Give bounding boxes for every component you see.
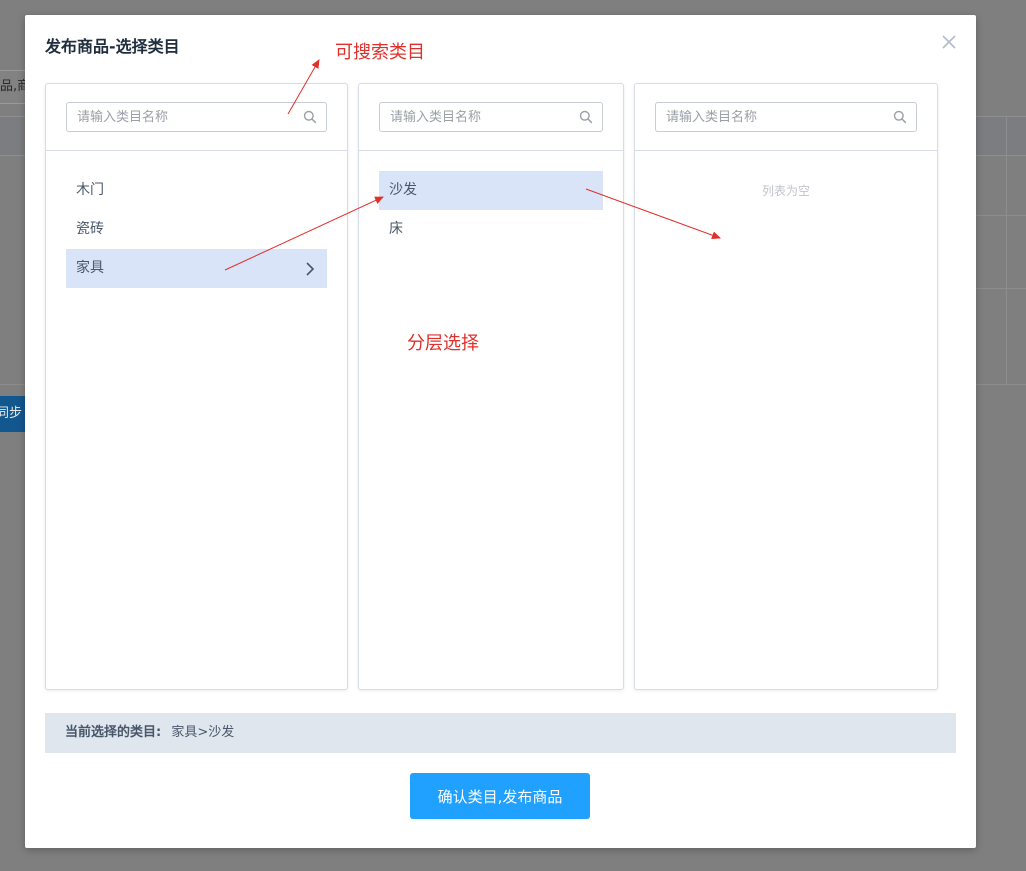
category-list: 木门 瓷砖 家具 (46, 151, 347, 288)
empty-list-text: 列表为空 (761, 184, 810, 198)
search-icon[interactable] (303, 110, 317, 124)
close-icon[interactable] (940, 33, 958, 51)
search-icon[interactable] (893, 110, 907, 124)
current-selection-value: 家具>沙发 (171, 725, 235, 740)
category-item-selected[interactable]: 沙发 (379, 171, 603, 210)
background-row-divider (0, 384, 25, 385)
background-table-header-left (0, 116, 25, 156)
category-column-level-2: 沙发 床 (358, 83, 624, 690)
background-table-header-right (976, 116, 1026, 156)
category-search-input[interactable] (67, 103, 326, 131)
background-column-divider (1006, 116, 1007, 384)
category-search-input[interactable] (380, 103, 602, 131)
category-list: 沙发 床 (359, 151, 623, 249)
category-item[interactable]: 木门 (66, 171, 327, 210)
search-box (379, 102, 603, 132)
annotation-searchable: 可搜索类目 (335, 42, 425, 63)
current-selection-label: 当前选择的类目: (65, 725, 162, 740)
search-box (66, 102, 327, 132)
category-select-dialog: 发布商品-选择类目 木门 瓷砖 家具 (25, 15, 976, 848)
category-item-label: 家具 (76, 260, 104, 276)
current-selection-bar: 当前选择的类目: 家具>沙发 (45, 713, 956, 753)
annotation-hierarchical: 分层选择 (407, 333, 479, 354)
column-search-area (635, 84, 937, 151)
background-sync-button: 同步 (0, 396, 25, 432)
column-search-area (46, 84, 347, 151)
category-item[interactable]: 床 (379, 210, 603, 249)
category-search-input[interactable] (656, 103, 916, 131)
background-row-divider (976, 215, 1026, 216)
search-box (655, 102, 917, 132)
background-row-divider (976, 384, 1026, 385)
chevron-right-icon (306, 262, 315, 276)
search-icon[interactable] (579, 110, 593, 124)
category-item-selected[interactable]: 家具 (66, 249, 327, 288)
category-item[interactable]: 瓷砖 (66, 210, 327, 249)
dialog-title: 发布商品-选择类目 (45, 37, 180, 56)
category-column-level-3: 列表为空 (634, 83, 938, 690)
column-search-area (359, 84, 623, 151)
category-column-level-1: 木门 瓷砖 家具 (45, 83, 348, 690)
background-row-divider (976, 288, 1026, 289)
confirm-category-button[interactable]: 确认类目,发布商品 (410, 773, 590, 819)
